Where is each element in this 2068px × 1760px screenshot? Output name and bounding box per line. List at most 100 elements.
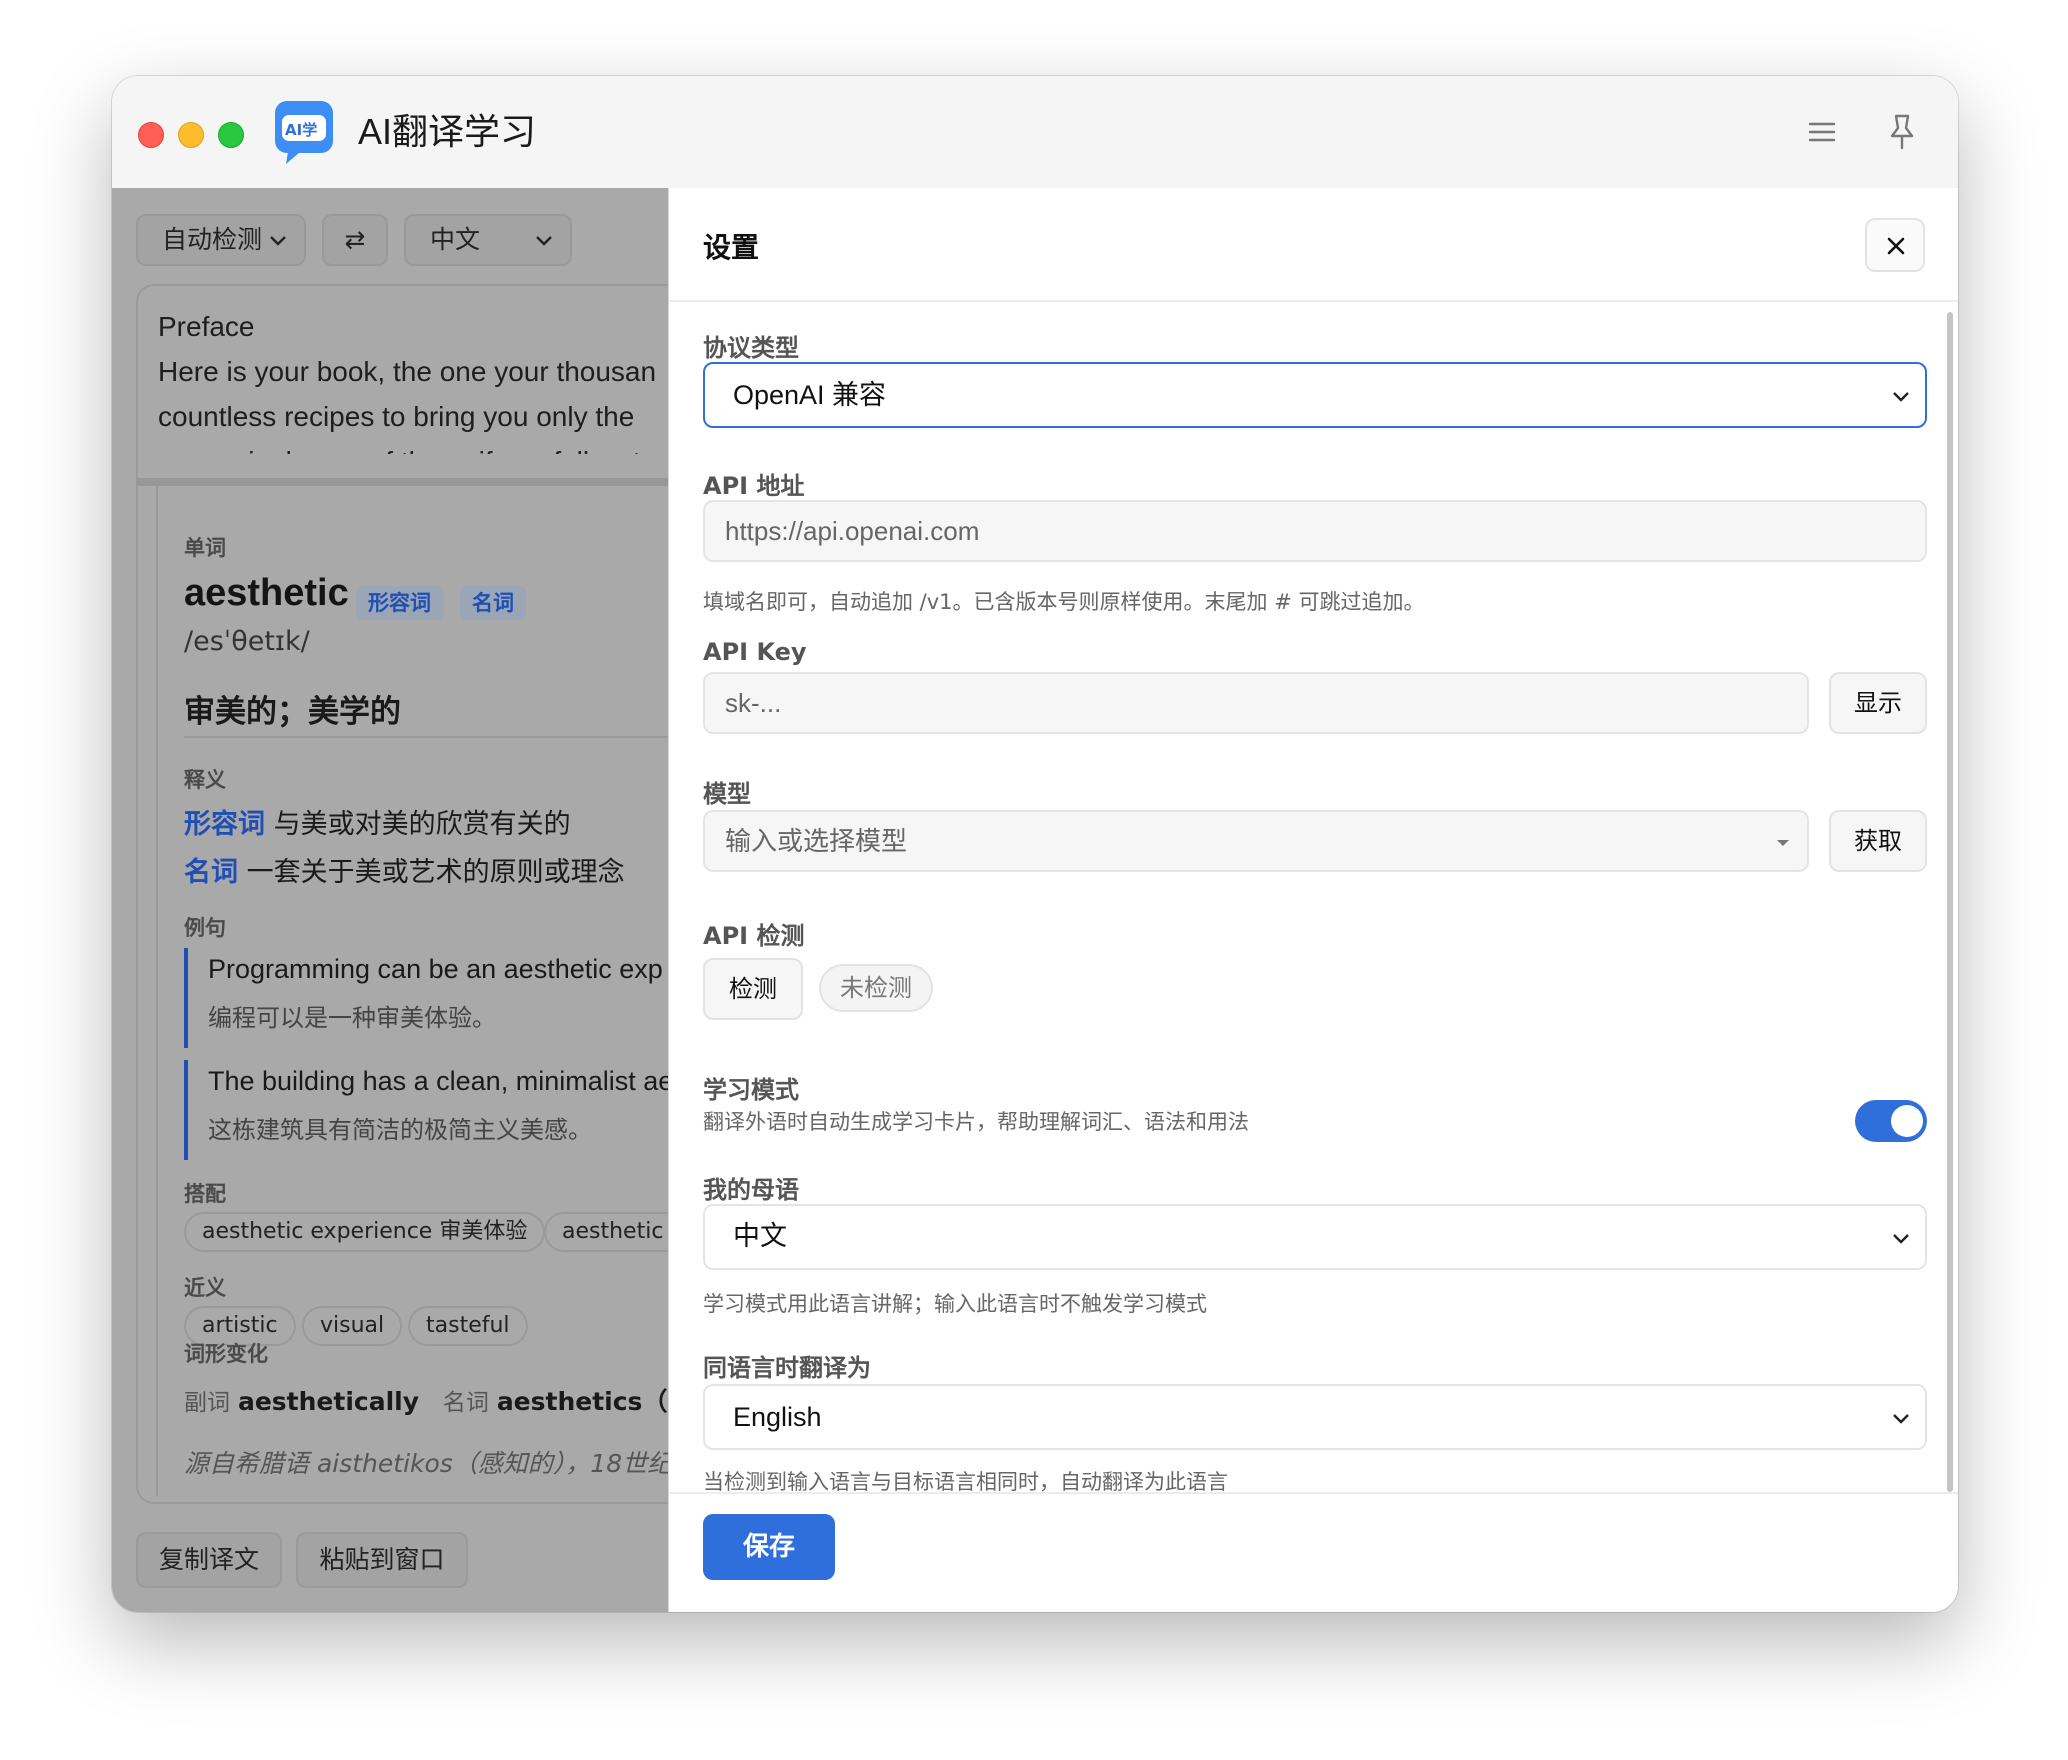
- api-url-hint: 填域名即可，自动追加 /v1。已含版本号则原样使用。末尾加 # 可跳过追加。: [703, 590, 1425, 614]
- native-language-label: 我的母语: [703, 1176, 799, 1204]
- swap-language-button[interactable]: ⇄: [322, 214, 388, 266]
- target-language-value: 中文: [430, 225, 481, 254]
- definition-section-label: 释义: [184, 768, 226, 792]
- synonym-chip[interactable]: visual: [302, 1306, 403, 1346]
- learning-mode-label: 学习模式: [703, 1076, 799, 1104]
- api-check-label: API 检测: [703, 922, 805, 950]
- collocation-section-label: 搭配: [184, 1182, 226, 1206]
- definition-pos: 形容词: [184, 809, 265, 840]
- api-url-label: API 地址: [703, 472, 805, 500]
- example-section-label: 例句: [184, 916, 226, 940]
- example-zh: 编程可以是一种审美体验。: [208, 1004, 496, 1032]
- close-settings-button[interactable]: [1865, 218, 1925, 272]
- api-key-label: API Key: [703, 638, 807, 666]
- definition-text: 一套关于美或艺术的原则或理念: [246, 857, 625, 888]
- settings-footer: 保存: [669, 1492, 1958, 1612]
- protocol-select[interactable]: OpenAI 兼容: [703, 362, 1927, 428]
- example-item: The building has a clean, minimalist ae …: [184, 1060, 668, 1160]
- form-label: 副词: [184, 1390, 230, 1416]
- api-key-placeholder: sk-...: [725, 688, 782, 718]
- settings-header: 设置: [669, 188, 1958, 302]
- app-title: AI翻译学习: [358, 111, 537, 152]
- word-headword: aesthetic: [184, 572, 349, 614]
- close-icon: [1887, 237, 1905, 255]
- minimize-window-button[interactable]: [178, 122, 204, 148]
- learning-mode-toggle[interactable]: [1855, 1100, 1927, 1142]
- zoom-window-button[interactable]: [218, 122, 244, 148]
- api-url-input[interactable]: https://api.openai.com: [703, 500, 1927, 562]
- card-divider: [184, 736, 668, 738]
- synonym-section-label: 近义: [184, 1276, 226, 1300]
- app-window: AI学 AI翻译学习 自动检测 ⇄ 中文 Preface Here is you: [112, 76, 1958, 1612]
- pin-icon[interactable]: [1886, 112, 1918, 152]
- check-api-button[interactable]: 检测: [703, 958, 803, 1020]
- collocation-chip[interactable]: aesthetic experience 审美体验: [184, 1212, 546, 1252]
- source-line: every single one of them, if you follow …: [158, 439, 668, 454]
- phonetic: /esˈθetɪk/: [184, 626, 310, 657]
- source-language-select[interactable]: 自动检测: [136, 214, 306, 266]
- chevron-down-icon: [1893, 1414, 1909, 1424]
- show-key-button[interactable]: 显示: [1829, 672, 1927, 734]
- protocol-value: OpenAI 兼容: [733, 380, 887, 410]
- pos-badge: 名词: [460, 586, 526, 620]
- source-language-value: 自动检测: [162, 225, 263, 254]
- model-placeholder: 输入或选择模型: [725, 826, 908, 856]
- caret-down-icon: [1777, 840, 1789, 846]
- learning-mode-description: 翻译外语时自动生成学习卡片，帮助理解词汇、语法和用法: [703, 1110, 1249, 1134]
- native-language-hint: 学习模式用此语言讲解；输入此语言时不触发学习模式: [703, 1292, 1207, 1316]
- form-label: 名词: [442, 1390, 489, 1416]
- definition-item: 名词 一套关于美或艺术的原则或理念: [184, 850, 625, 889]
- copy-translation-button[interactable]: 复制译文: [136, 1532, 282, 1588]
- same-language-value: English: [733, 1402, 822, 1432]
- definition-pos: 名词: [184, 857, 238, 888]
- example-en: The building has a clean, minimalist ae: [208, 1066, 668, 1096]
- source-line: countless recipes to bring you only the: [158, 401, 635, 432]
- resize-divider[interactable]: [138, 478, 668, 486]
- card-border: [156, 486, 158, 1496]
- app-logo-text: AI学: [285, 121, 317, 139]
- word-forms: 副词 aesthetically 名词 aesthetics（美学）: [184, 1382, 668, 1418]
- close-window-button[interactable]: [138, 122, 164, 148]
- paste-to-window-button[interactable]: 粘贴到窗口: [296, 1532, 468, 1588]
- source-line: Here is your book, the one your thousan: [158, 356, 657, 387]
- fetch-models-button[interactable]: 获取: [1829, 810, 1927, 872]
- definition-text: 与美或对美的欣赏有关的: [273, 809, 571, 840]
- settings-panel: 设置 协议类型 OpenAI 兼容 API 地址 https://api.ope…: [668, 188, 1958, 1612]
- same-language-select[interactable]: English: [703, 1384, 1927, 1450]
- pos-badge: 形容词: [356, 586, 443, 620]
- form-word: aesthetically: [237, 1387, 420, 1416]
- example-item: Programming can be an aesthetic exp 编程可以…: [184, 948, 668, 1048]
- api-key-input[interactable]: sk-...: [703, 672, 1809, 734]
- source-text[interactable]: Preface Here is your book, the one your …: [158, 304, 668, 454]
- synonym-chip[interactable]: tasteful: [408, 1306, 528, 1346]
- chevron-down-icon: [1893, 1234, 1909, 1244]
- model-label: 模型: [703, 780, 751, 808]
- native-language-select[interactable]: 中文: [703, 1204, 1927, 1270]
- settings-title: 设置: [703, 231, 760, 264]
- form-word: aesthetics（美学）: [496, 1387, 668, 1416]
- menu-icon[interactable]: [1806, 116, 1838, 148]
- app-logo-icon: AI学: [275, 101, 333, 164]
- protocol-label: 协议类型: [703, 334, 799, 362]
- etymology: 源自希腊语 aisthetikos（感知的），18世纪进: [184, 1449, 668, 1478]
- collocation-chip[interactable]: aesthetic v: [544, 1212, 668, 1252]
- source-line: Preface: [158, 311, 255, 342]
- example-zh: 这栋建筑具有简洁的极简主义美感。: [208, 1116, 592, 1144]
- forms-section-label: 词形变化: [184, 1342, 268, 1366]
- target-language-select[interactable]: 中文: [404, 214, 572, 266]
- example-en: Programming can be an aesthetic exp: [208, 954, 663, 984]
- toggle-knob: [1891, 1105, 1923, 1137]
- api-url-placeholder: https://api.openai.com: [725, 516, 980, 546]
- chevron-down-icon: [536, 236, 552, 246]
- model-combobox[interactable]: 输入或选择模型: [703, 810, 1809, 872]
- save-button[interactable]: 保存: [703, 1514, 835, 1580]
- definition-item: 形容词 与美或对美的欣赏有关的: [184, 802, 571, 841]
- api-status-badge: 未检测: [819, 964, 933, 1012]
- word-section-label: 单词: [184, 536, 226, 560]
- title-bar: AI学 AI翻译学习: [112, 76, 1958, 189]
- translator-panel: 自动检测 ⇄ 中文 Preface Here is your book, the…: [112, 188, 668, 1612]
- same-language-label: 同语言时翻译为: [703, 1354, 871, 1382]
- settings-scrollbar[interactable]: [1947, 312, 1953, 1492]
- chevron-down-icon: [270, 236, 286, 246]
- chevron-down-icon: [1893, 392, 1909, 402]
